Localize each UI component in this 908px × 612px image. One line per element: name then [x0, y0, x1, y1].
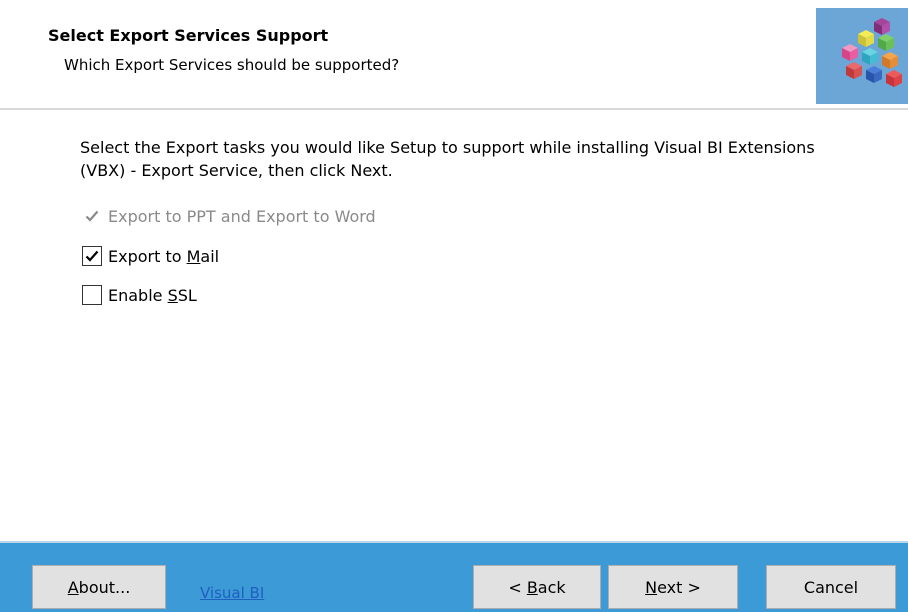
export-ppt-word-option: Export to PPT and Export to Word	[82, 205, 376, 227]
back-label-start: <	[508, 577, 527, 597]
export-ppt-word-label: Export to PPT and Export to Word	[108, 206, 376, 226]
back-label-end: ack	[537, 577, 566, 597]
cancel-button[interactable]: Cancel	[766, 565, 896, 609]
export-ppt-word-checkbox	[82, 206, 102, 226]
colored-cubes-logo-icon	[816, 8, 908, 104]
next-mnemonic: N	[645, 577, 658, 597]
enable-ssl-option[interactable]: Enable SSL	[82, 284, 197, 306]
export-mail-mnemonic: M	[186, 246, 201, 266]
export-mail-label-end: ail	[200, 246, 220, 266]
back-mnemonic: B	[526, 577, 538, 597]
export-mail-label-start: Export to	[108, 246, 187, 266]
next-label-end: ext >	[657, 577, 701, 597]
wizard-footer: About... Visual BI < Back Next > Cancel	[0, 541, 908, 612]
checkmark-icon	[85, 250, 99, 262]
enable-ssl-mnemonic: S	[167, 285, 178, 305]
enable-ssl-label-start: Enable	[108, 285, 168, 305]
about-label: bout...	[78, 577, 131, 597]
export-mail-checkbox[interactable]	[82, 246, 102, 266]
next-button[interactable]: Next >	[608, 565, 738, 609]
visual-bi-link[interactable]: Visual BI	[200, 584, 264, 602]
export-mail-option[interactable]: Export to Mail	[82, 245, 219, 267]
page-title: Select Export Services Support	[48, 26, 329, 45]
about-button[interactable]: About...	[32, 565, 166, 609]
enable-ssl-label[interactable]: Enable SSL	[108, 286, 197, 305]
export-mail-label[interactable]: Export to Mail	[108, 247, 219, 266]
page-subtitle: Which Export Services should be supporte…	[64, 56, 400, 74]
wizard-header: Select Export Services Support Which Exp…	[0, 0, 908, 108]
setup-wizard-window: Select Export Services Support Which Exp…	[0, 0, 908, 612]
checkmark-icon	[85, 210, 99, 222]
instructions-text: Select the Export tasks you would like S…	[80, 138, 815, 180]
about-mnemonic: A	[67, 577, 79, 597]
enable-ssl-label-end: SL	[177, 285, 197, 305]
enable-ssl-checkbox[interactable]	[82, 285, 102, 305]
back-button[interactable]: < Back	[473, 565, 601, 609]
wizard-content: Select the Export tasks you would like S…	[0, 111, 908, 541]
